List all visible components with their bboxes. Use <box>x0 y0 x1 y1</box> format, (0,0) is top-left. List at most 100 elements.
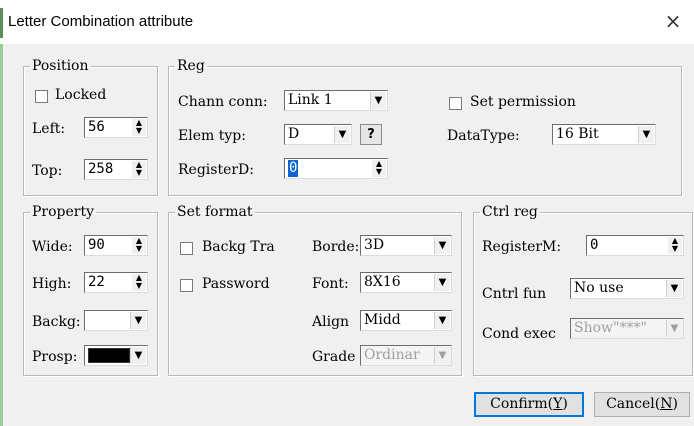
font-label: Font: <box>312 276 349 292</box>
spin-down-icon[interactable]: ▼ <box>132 169 146 177</box>
window-title: Letter Combination attribute <box>8 13 194 30</box>
set-format-legend: Set format <box>177 204 253 220</box>
cntrl-fun-label: Cntrl fun <box>482 286 547 302</box>
font-value: 8X16 <box>364 274 401 290</box>
chevron-down-icon[interactable]: ▼ <box>666 280 682 297</box>
left-value: 56 <box>88 119 105 135</box>
chevron-down-icon: ▼ <box>434 347 450 364</box>
prosp-label: Prosp: <box>32 349 78 365</box>
grade-label: Grade <box>312 349 356 365</box>
locked-checkbox[interactable] <box>35 90 48 103</box>
backg-label: Backg: <box>32 314 81 330</box>
align-value: Midd <box>364 312 401 328</box>
chevron-down-icon[interactable]: ▼ <box>434 237 450 254</box>
reg-legend: Reg <box>177 58 205 74</box>
chevron-down-icon[interactable]: ▼ <box>434 274 450 291</box>
registerm-spin-arrows[interactable]: ▲ ▼ <box>668 237 682 254</box>
elem-typ-label: Elem typ: <box>178 128 246 144</box>
wide-label: Wide: <box>32 239 73 255</box>
top-value: 258 <box>88 161 114 177</box>
align-label: Align <box>312 314 350 330</box>
chann-conn-label: Chann conn: <box>178 94 268 110</box>
left-label: Left: <box>32 121 66 137</box>
confirm-button-text: Confirm( <box>490 396 554 412</box>
confirm-button[interactable]: Confirm(Y) <box>474 392 584 417</box>
spin-down-icon[interactable]: ▼ <box>668 245 682 253</box>
cntrl-fun-value: No use <box>574 280 624 296</box>
spin-down-icon[interactable]: ▼ <box>132 282 146 290</box>
grade-value: Ordinar <box>364 347 420 363</box>
set-permission-checkbox[interactable] <box>449 97 462 110</box>
chevron-down-icon[interactable]: ▼ <box>638 126 654 143</box>
close-icon[interactable]: × <box>658 6 688 36</box>
chevron-down-icon[interactable]: ▼ <box>130 347 146 364</box>
top-spin-arrows[interactable]: ▲ ▼ <box>132 161 146 178</box>
spin-down-icon[interactable]: ▼ <box>132 127 146 135</box>
set-permission-label: Set permission <box>470 94 576 110</box>
window-left-edge <box>0 44 3 426</box>
left-spinbox[interactable]: 56 ▲ ▼ <box>84 117 148 138</box>
cancel-button-text: Cancel( <box>606 396 661 412</box>
chevron-down-icon[interactable]: ▼ <box>130 312 146 329</box>
confirm-button-paren: ) <box>562 396 568 412</box>
datatype-select[interactable]: 16 Bit ▼ <box>552 124 656 145</box>
elem-typ-select[interactable]: D ▼ <box>284 124 352 145</box>
font-select[interactable]: 8X16 ▼ <box>360 272 452 293</box>
cond-exec-value: Show"***" <box>574 320 647 336</box>
position-legend: Position <box>32 58 89 74</box>
cond-exec-select: Show"***" ▼ <box>570 318 684 339</box>
wide-spin-arrows[interactable]: ▲ ▼ <box>132 237 146 254</box>
border-value: 3D <box>364 237 385 253</box>
spin-down-icon[interactable]: ▼ <box>132 245 146 253</box>
cancel-button[interactable]: Cancel(N) <box>594 392 690 417</box>
registerm-spinbox[interactable]: 0 ▲ ▼ <box>586 235 684 256</box>
wide-value: 90 <box>88 237 105 253</box>
registerd-label: RegisterD: <box>178 162 254 178</box>
backg-color-swatch <box>88 313 130 328</box>
spin-down-icon[interactable]: ▼ <box>372 168 386 176</box>
backg-tra-label: Backg Tra <box>202 239 275 255</box>
top-spinbox[interactable]: 258 ▲ ▼ <box>84 159 148 180</box>
title-bar: Letter Combination attribute × <box>0 0 694 44</box>
chevron-down-icon[interactable]: ▼ <box>434 312 450 329</box>
help-button[interactable]: ? <box>360 124 382 145</box>
top-label: Top: <box>32 163 63 179</box>
registerm-label: RegisterM: <box>482 239 562 255</box>
chevron-down-icon[interactable]: ▼ <box>334 126 350 143</box>
border-label: Borde: <box>312 239 360 255</box>
high-label: High: <box>32 276 72 292</box>
datatype-value: 16 Bit <box>556 126 599 142</box>
chann-conn-select[interactable]: Link 1 ▼ <box>284 90 388 111</box>
grade-select: Ordinar ▼ <box>360 345 452 366</box>
cancel-button-paren: ) <box>672 396 678 412</box>
chann-conn-value: Link 1 <box>288 92 333 108</box>
align-select[interactable]: Midd ▼ <box>360 310 452 331</box>
confirm-button-hotkey: Y <box>553 396 563 412</box>
password-label: Password <box>202 276 270 292</box>
left-spin-arrows[interactable]: ▲ ▼ <box>132 119 146 136</box>
datatype-label: DataType: <box>447 128 520 144</box>
border-select[interactable]: 3D ▼ <box>360 235 452 256</box>
registerd-spin-arrows[interactable]: ▲ ▼ <box>372 160 386 177</box>
high-spin-arrows[interactable]: ▲ ▼ <box>132 274 146 291</box>
registerd-value: 0 <box>288 160 299 177</box>
property-legend: Property <box>32 204 95 220</box>
high-value: 22 <box>88 274 105 290</box>
backg-color-select[interactable]: ▼ <box>84 310 148 331</box>
cntrl-fun-select[interactable]: No use ▼ <box>570 278 684 299</box>
title-accent-stripe <box>0 8 3 38</box>
locked-label: Locked <box>55 87 107 103</box>
password-checkbox[interactable] <box>180 279 193 292</box>
chevron-down-icon[interactable]: ▼ <box>370 92 386 109</box>
registerd-spinbox[interactable]: 0 ▲ ▼ <box>284 158 388 179</box>
wide-spinbox[interactable]: 90 ▲ ▼ <box>84 235 148 256</box>
backg-tra-checkbox[interactable] <box>180 242 193 255</box>
prosp-color-swatch <box>88 348 130 363</box>
cancel-button-hotkey: N <box>660 396 673 412</box>
elem-typ-value: D <box>288 126 300 142</box>
prosp-color-select[interactable]: ▼ <box>84 345 148 366</box>
chevron-down-icon: ▼ <box>666 320 682 337</box>
high-spinbox[interactable]: 22 ▲ ▼ <box>84 272 148 293</box>
registerm-value: 0 <box>590 237 599 253</box>
cond-exec-label: Cond exec <box>482 326 556 342</box>
